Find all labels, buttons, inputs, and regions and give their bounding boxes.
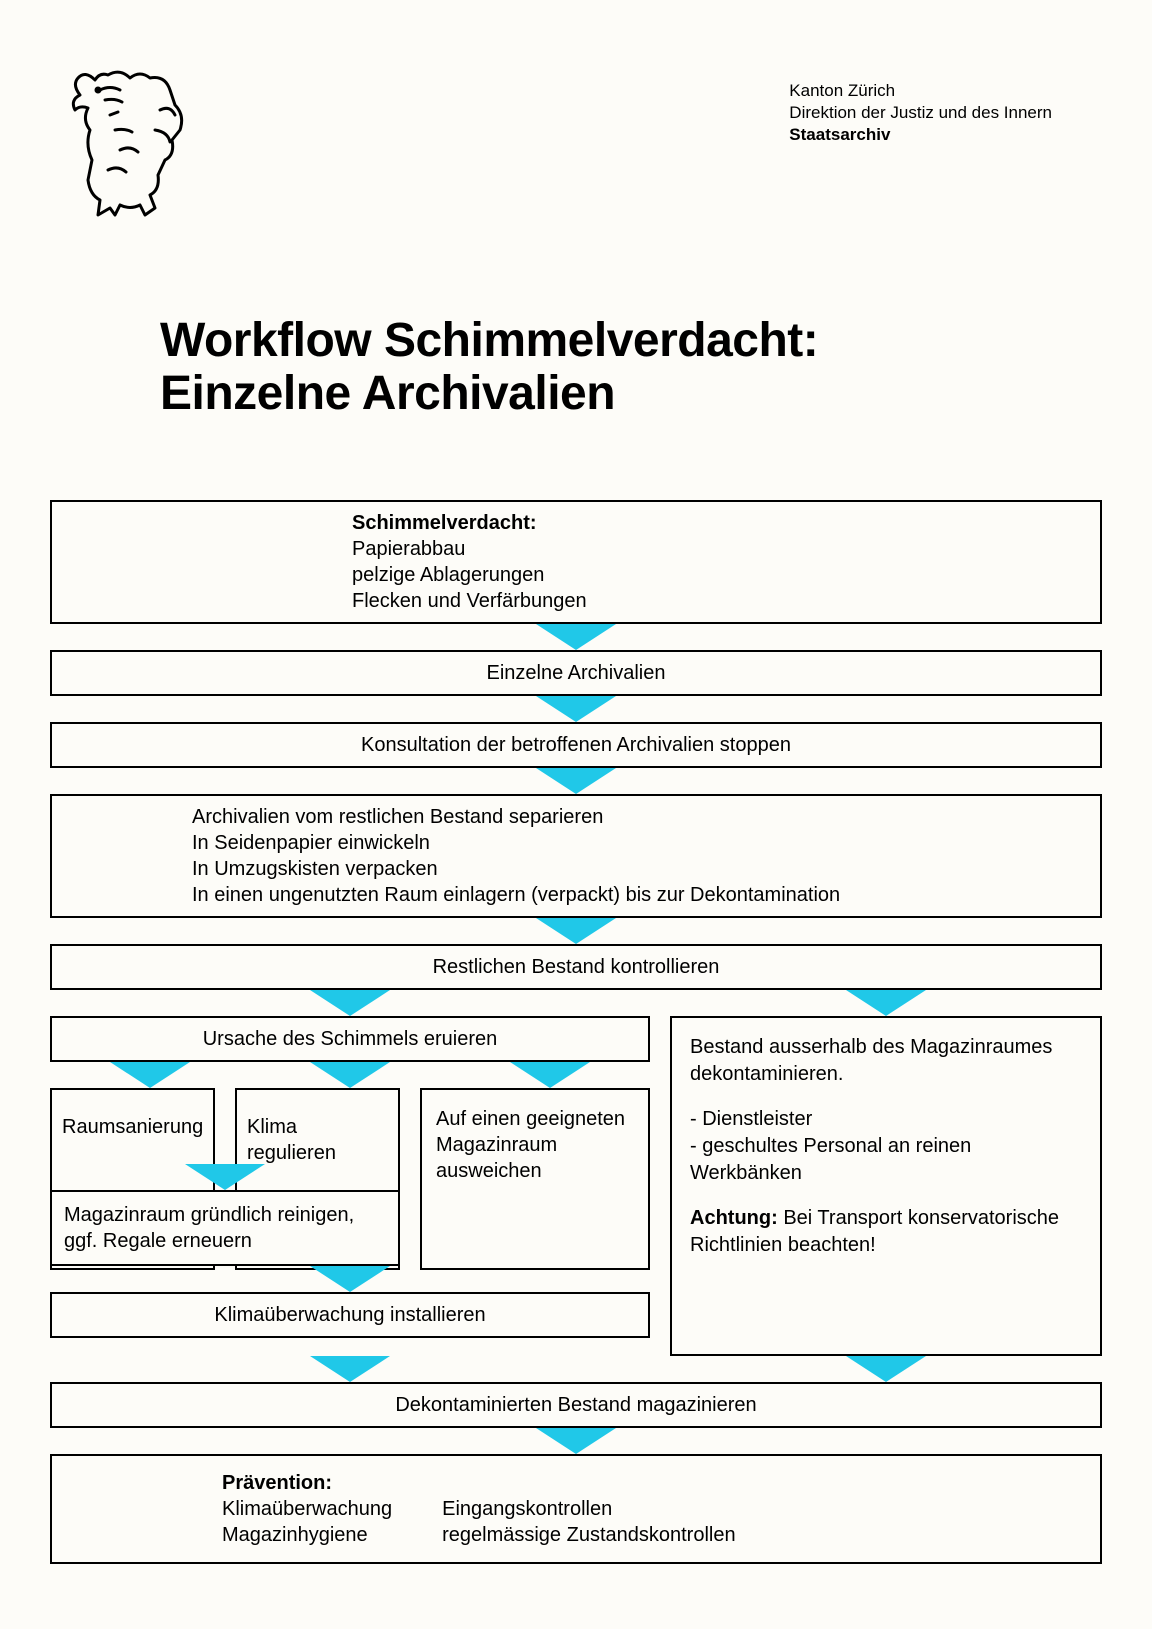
- box-text: regelmässige Zustandskontrollen: [442, 1522, 736, 1548]
- header-line: Direktion der Justiz und des Innern: [789, 102, 1052, 124]
- box-text: Eingangskontrollen: [442, 1496, 736, 1522]
- box-text: In einen ungenutzten Raum einlagern (ver…: [192, 882, 1040, 908]
- box-text: Dekontaminierten Bestand magazinieren: [395, 1394, 756, 1416]
- box-stop: Konsultation der betroffenen Archivalien…: [50, 722, 1102, 768]
- flow-arrow-icon: [310, 1266, 390, 1292]
- flow-arrow-icon: [846, 990, 926, 1016]
- header-line: Kanton Zürich: [789, 80, 1052, 102]
- box-text: Ursache des Schimmels eruieren: [203, 1028, 498, 1050]
- box-warning: Achtung: Bei Transport konservatorische …: [690, 1205, 1082, 1259]
- flow-arrow-icon: [110, 1062, 190, 1088]
- box-text: Flecken und Verfärbungen: [352, 588, 1040, 614]
- flow-arrow-icon: [510, 1062, 590, 1088]
- flow-arrow-icon: [536, 624, 616, 650]
- flow-arrow-icon: [185, 1164, 265, 1190]
- flow-arrow-icon: [536, 696, 616, 722]
- flow-arrow-icon: [310, 1356, 390, 1382]
- box-text: Magazinraum gründlich reinigen,: [64, 1202, 386, 1228]
- box-text: Magazinhygiene: [222, 1522, 392, 1548]
- box-text: In Umzugskisten verpacken: [192, 856, 1040, 882]
- title-line: Einzelne Archivalien: [160, 368, 818, 421]
- box-text: Papierabbau: [352, 536, 1040, 562]
- flow-arrow-icon: [536, 768, 616, 794]
- prevention-column: Eingangskontrollen regelmässige Zustands…: [442, 1496, 736, 1548]
- flow-arrow-icon: [310, 990, 390, 1016]
- box-text: Magazinraum ausweichen: [436, 1132, 634, 1184]
- box-text: Klima regulieren: [247, 1116, 336, 1164]
- box-text: Einzelne Archivalien: [487, 662, 666, 684]
- box-suspicion: Schimmelverdacht: Papierabbau pelzige Ab…: [50, 500, 1102, 624]
- box-climate-monitor: Klimaüberwachung installieren: [50, 1292, 650, 1338]
- box-separate: Archivalien vom restlichen Bestand separ…: [50, 794, 1102, 918]
- box-heading: Schimmelverdacht:: [352, 510, 1040, 536]
- flow-arrow-icon: [536, 918, 616, 944]
- box-text: - Dienstleister: [690, 1106, 1082, 1133]
- box-clean-room: Magazinraum gründlich reinigen, ggf. Reg…: [50, 1190, 400, 1266]
- box-text: ggf. Regale erneuern: [64, 1228, 386, 1254]
- box-text: Klimaüberwachung: [222, 1496, 392, 1522]
- title-line: Workflow Schimmelverdacht:: [160, 315, 818, 368]
- box-text: - geschultes Personal an reinen Werkbänk…: [690, 1133, 1082, 1187]
- box-text: Klimaüberwachung installieren: [214, 1304, 485, 1326]
- prevention-column: Klimaüberwachung Magazinhygiene: [222, 1496, 392, 1548]
- flow-arrow-icon: [310, 1062, 390, 1088]
- box-single: Einzelne Archivalien: [50, 650, 1102, 696]
- box-text: Auf einen geeigneten: [436, 1106, 634, 1132]
- box-text: In Seidenpapier einwickeln: [192, 830, 1040, 856]
- flow-arrow-icon: [536, 1428, 616, 1454]
- warning-label: Achtung:: [690, 1207, 778, 1229]
- workflow-flowchart: Schimmelverdacht: Papierabbau pelzige Ab…: [50, 500, 1102, 1564]
- box-text: Archivalien vom restlichen Bestand separ…: [192, 804, 1040, 830]
- box-move-room: Auf einen geeigneten Magazinraum ausweic…: [420, 1088, 650, 1270]
- box-text: Raumsanierung: [62, 1116, 203, 1138]
- box-control-rest: Restlichen Bestand kontrollieren: [50, 944, 1102, 990]
- box-text: Bestand ausserhalb des Magazinraumes dek…: [690, 1034, 1082, 1088]
- box-text: Konsultation der betroffenen Archivalien…: [361, 734, 791, 756]
- document-header: Kanton Zürich Direktion der Justiz und d…: [789, 80, 1052, 146]
- box-cause: Ursache des Schimmels eruieren: [50, 1016, 650, 1062]
- flow-arrow-icon: [846, 1356, 926, 1382]
- document-title: Workflow Schimmelverdacht: Einzelne Arch…: [160, 315, 818, 421]
- box-prevention: Prävention: Klimaüberwachung Magazinhygi…: [50, 1454, 1102, 1564]
- box-store: Dekontaminierten Bestand magazinieren: [50, 1382, 1102, 1428]
- canton-lion-logo: [60, 60, 190, 220]
- box-heading: Prävention:: [222, 1470, 1082, 1496]
- box-text: pelzige Ablagerungen: [352, 562, 1040, 588]
- box-decontaminate: Bestand ausserhalb des Magazinraumes dek…: [670, 1016, 1102, 1356]
- box-text: Restlichen Bestand kontrollieren: [433, 956, 720, 978]
- header-archive: Staatsarchiv: [789, 124, 1052, 146]
